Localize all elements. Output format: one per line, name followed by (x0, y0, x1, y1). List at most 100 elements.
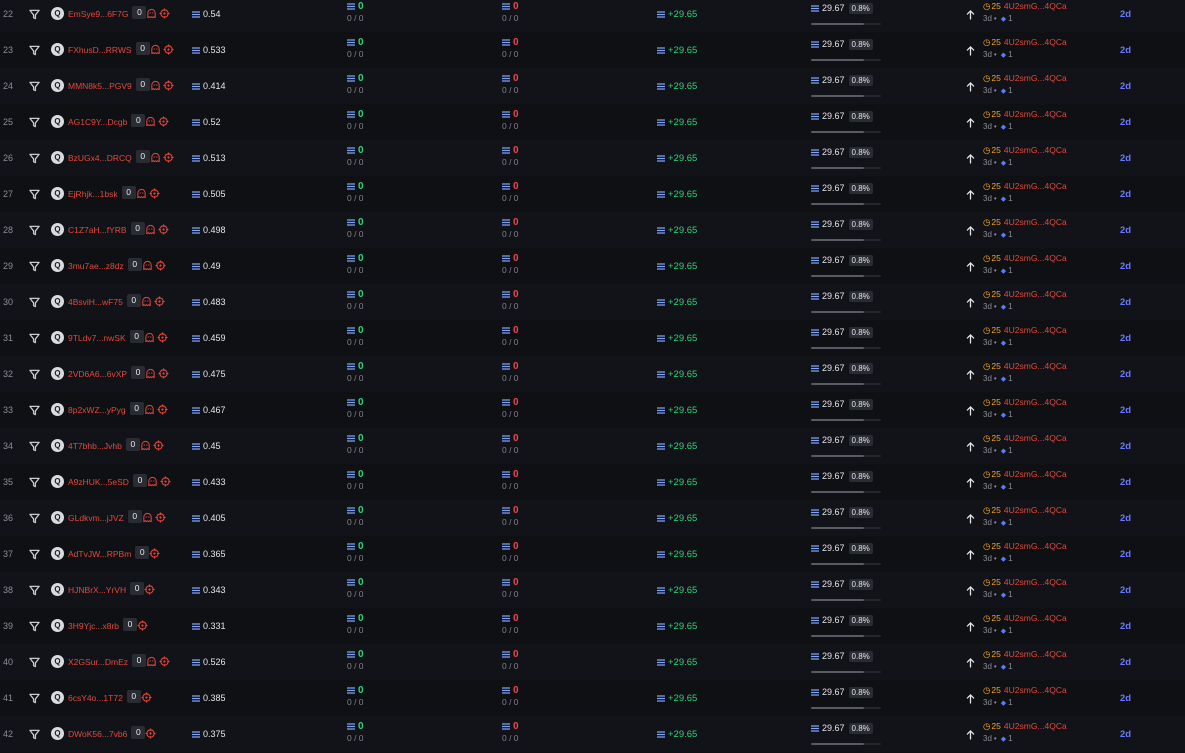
holder-address[interactable]: 4U2smG...4QCa (1004, 685, 1067, 695)
target-icon[interactable] (154, 294, 165, 307)
holder-address[interactable]: 4U2smG...4QCa (1004, 397, 1067, 407)
filter-icon[interactable] (29, 691, 41, 704)
target-icon[interactable] (163, 78, 174, 91)
filter-icon[interactable] (29, 511, 41, 524)
holder-address[interactable]: 4U2smG...4QCa (1004, 505, 1067, 515)
holder-address[interactable]: 4U2smG...4QCa (1004, 577, 1067, 587)
arrow-up-icon[interactable] (966, 547, 976, 560)
target-icon[interactable] (144, 582, 155, 595)
arrow-up-icon[interactable] (966, 403, 976, 416)
holder-cell[interactable]: ◷25 4U2smG...4QCa 3d • ◆ 1 (983, 505, 1067, 527)
holder-cell[interactable]: ◷25 4U2smG...4QCa 3d • ◆ 1 (983, 289, 1067, 311)
target-icon[interactable] (158, 366, 169, 379)
target-icon[interactable] (149, 546, 160, 559)
filter-icon[interactable] (29, 7, 41, 20)
table-row[interactable]: 23 Q FXhusD...RRWS 0 0.533 0 0 / 0 0 0 /… (0, 32, 1185, 68)
arrow-up-icon[interactable] (966, 439, 976, 452)
wallet-address-link[interactable]: 6csY4o...1T72 (68, 693, 123, 703)
wallet-address-link[interactable]: 2VD6A6...6vXP (68, 369, 127, 379)
table-row[interactable]: 32 Q 2VD6A6...6vXP 0 0.475 0 0 / 0 0 0 /… (0, 356, 1185, 392)
filter-icon[interactable] (29, 403, 41, 416)
table-row[interactable]: 33 Q 8p2xWZ...yPyg 0 0.467 0 0 / 0 0 0 /… (0, 392, 1185, 428)
holder-cell[interactable]: ◷25 4U2smG...4QCa 3d • ◆ 1 (983, 721, 1067, 743)
holder-cell[interactable]: ◷25 4U2smG...4QCa 3d • ◆ 1 (983, 73, 1067, 95)
filter-icon[interactable] (29, 439, 41, 452)
wallet-address-link[interactable]: 3mu7ae...z8dz (68, 261, 124, 271)
target-icon[interactable] (160, 474, 171, 487)
wallet-address-link[interactable]: 9TLdv7...nwSK (68, 333, 126, 343)
wallet-address-link[interactable]: EjRhjk...1bsk (68, 189, 118, 199)
ghost-icon[interactable] (145, 222, 156, 235)
ghost-icon[interactable] (140, 438, 151, 451)
arrow-up-icon[interactable] (966, 151, 976, 164)
wallet-address-link[interactable]: C1Z7aH...fYRB (68, 225, 127, 235)
filter-icon[interactable] (29, 79, 41, 92)
table-row[interactable]: 35 Q A9zHUK...5eSD 0 0.433 0 0 / 0 0 0 /… (0, 464, 1185, 500)
ghost-icon[interactable] (144, 402, 155, 415)
arrow-up-icon[interactable] (966, 223, 976, 236)
target-icon[interactable] (159, 654, 170, 667)
ghost-icon[interactable] (142, 258, 153, 271)
filter-icon[interactable] (29, 619, 41, 632)
holder-address[interactable]: 4U2smG...4QCa (1004, 613, 1067, 623)
table-row[interactable]: 36 Q GLdkvm...jJVZ 0 0.405 0 0 / 0 0 0 /… (0, 500, 1185, 536)
wallet-address-link[interactable]: 4BsviH...wF75 (68, 297, 123, 307)
target-icon[interactable] (158, 114, 169, 127)
table-row[interactable]: 41 Q 6csY4o...1T72 0 0.385 0 0 / 0 0 0 /… (0, 680, 1185, 716)
holder-address[interactable]: 4U2smG...4QCa (1004, 289, 1067, 299)
wallet-address-link[interactable]: DWoK56...7vb6 (68, 729, 127, 739)
arrow-up-icon[interactable] (966, 43, 976, 56)
arrow-up-icon[interactable] (966, 115, 976, 128)
ghost-icon[interactable] (145, 114, 156, 127)
holder-cell[interactable]: ◷25 4U2smG...4QCa 3d • ◆ 1 (983, 649, 1067, 671)
wallet-address-link[interactable]: HJNBrX...YrVH (68, 585, 126, 595)
table-row[interactable]: 25 Q AG1C9Y...Dcgb 0 0.52 0 0 / 0 0 0 / … (0, 104, 1185, 140)
arrow-up-icon[interactable] (966, 7, 976, 20)
ghost-icon[interactable] (141, 294, 152, 307)
target-icon[interactable] (155, 258, 166, 271)
target-icon[interactable] (158, 222, 169, 235)
filter-icon[interactable] (29, 187, 41, 200)
holder-address[interactable]: 4U2smG...4QCa (1004, 37, 1067, 47)
wallet-address-link[interactable]: BzUGx4...DRCQ (68, 153, 132, 163)
wallet-address-link[interactable]: MMN8k5...PGV9 (68, 81, 132, 91)
ghost-icon[interactable] (136, 186, 147, 199)
target-icon[interactable] (153, 438, 164, 451)
target-icon[interactable] (155, 510, 166, 523)
holder-cell[interactable]: ◷25 4U2smG...4QCa 3d • ◆ 1 (983, 613, 1067, 635)
table-row[interactable]: 40 Q X2GSur...DmEz 0 0.526 0 0 / 0 0 0 /… (0, 644, 1185, 680)
holder-address[interactable]: 4U2smG...4QCa (1004, 721, 1067, 731)
target-icon[interactable] (163, 150, 174, 163)
holder-address[interactable]: 4U2smG...4QCa (1004, 433, 1067, 443)
holder-address[interactable]: 4U2smG...4QCa (1004, 217, 1067, 227)
table-row[interactable]: 38 Q HJNBrX...YrVH 0 0.343 0 0 / 0 0 0 /… (0, 572, 1185, 608)
table-row[interactable]: 31 Q 9TLdv7...nwSK 0 0.459 0 0 / 0 0 0 /… (0, 320, 1185, 356)
holder-cell[interactable]: ◷25 4U2smG...4QCa 3d • ◆ 1 (983, 109, 1067, 131)
wallet-address-link[interactable]: AG1C9Y...Dcgb (68, 117, 127, 127)
holder-cell[interactable]: ◷25 4U2smG...4QCa 3d • ◆ 1 (983, 361, 1067, 383)
ghost-icon[interactable] (147, 474, 158, 487)
holder-address[interactable]: 4U2smG...4QCa (1004, 181, 1067, 191)
ghost-icon[interactable] (146, 654, 157, 667)
table-row[interactable]: 37 Q AdTvJW...RPBm 0 0.365 0 0 / 0 0 0 /… (0, 536, 1185, 572)
arrow-up-icon[interactable] (966, 511, 976, 524)
holder-address[interactable]: 4U2smG...4QCa (1004, 649, 1067, 659)
arrow-up-icon[interactable] (966, 295, 976, 308)
holder-cell[interactable]: ◷25 4U2smG...4QCa 3d • ◆ 1 (983, 469, 1067, 491)
table-row[interactable]: 29 Q 3mu7ae...z8dz 0 0.49 0 0 / 0 0 0 / … (0, 248, 1185, 284)
table-row[interactable]: 42 Q DWoK56...7vb6 0 0.375 0 0 / 0 0 0 /… (0, 716, 1185, 752)
arrow-up-icon[interactable] (966, 79, 976, 92)
filter-icon[interactable] (29, 331, 41, 344)
table-row[interactable]: 26 Q BzUGx4...DRCQ 0 0.513 0 0 / 0 0 0 /… (0, 140, 1185, 176)
ghost-icon[interactable] (145, 366, 156, 379)
holder-address[interactable]: 4U2smG...4QCa (1004, 1, 1067, 11)
holder-cell[interactable]: ◷25 4U2smG...4QCa 3d • ◆ 1 (983, 253, 1067, 275)
filter-icon[interactable] (29, 259, 41, 272)
target-icon[interactable] (157, 330, 168, 343)
holder-cell[interactable]: ◷25 4U2smG...4QCa 3d • ◆ 1 (983, 685, 1067, 707)
holder-cell[interactable]: ◷25 4U2smG...4QCa 3d • ◆ 1 (983, 37, 1067, 59)
ghost-icon[interactable] (142, 510, 153, 523)
table-row[interactable]: 28 Q C1Z7aH...fYRB 0 0.498 0 0 / 0 0 0 /… (0, 212, 1185, 248)
arrow-up-icon[interactable] (966, 583, 976, 596)
arrow-up-icon[interactable] (966, 367, 976, 380)
